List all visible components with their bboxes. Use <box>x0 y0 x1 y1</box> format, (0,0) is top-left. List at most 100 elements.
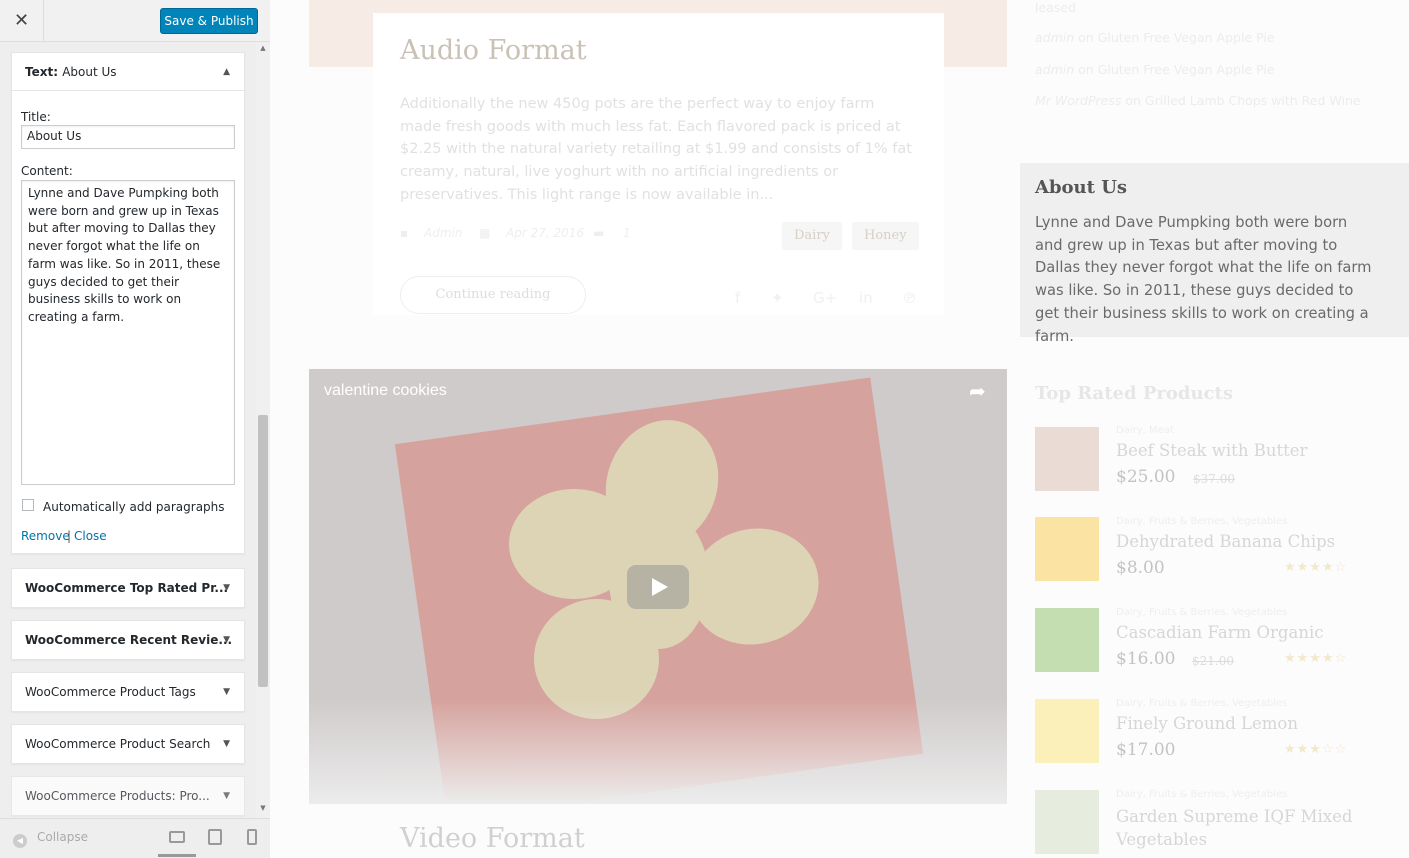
author-icon: ▪ <box>400 226 409 240</box>
customizer-header: ✕ Save & Publish <box>0 0 270 42</box>
product-name[interactable]: Dehydrated Banana Chips <box>1116 532 1335 551</box>
product-price: $25.00 <box>1116 467 1176 487</box>
post-author[interactable]: Admin <box>424 226 462 240</box>
content-label: Content: <box>21 164 73 178</box>
twitter-icon[interactable]: ✦ <box>771 289 784 307</box>
product-name[interactable]: Finely Ground Lemon <box>1116 714 1298 733</box>
play-button-icon[interactable] <box>627 565 689 609</box>
comment-post[interactable]: Gluten Free Vegan Apple Pie <box>1098 62 1275 77</box>
comment-author[interactable]: Mr WordPress <box>1035 93 1121 108</box>
collapse-button[interactable]: ◀ Collapse <box>13 830 88 848</box>
desktop-icon[interactable] <box>169 831 185 843</box>
next-post-title[interactable]: Video Format <box>400 823 585 854</box>
comment-post[interactable]: Grilled Lamb Chops with Red Wine <box>1145 93 1361 108</box>
widget-label: WooCommerce Product Tags <box>25 685 196 699</box>
save-publish-button[interactable]: Save & Publish <box>160 8 258 34</box>
product-categories: Dairy, Fruits & Berries, Vegetables <box>1116 698 1288 709</box>
close-icon[interactable]: ✕ <box>0 0 44 42</box>
link-separator: | <box>67 529 72 543</box>
expand-arrow-icon[interactable]: ▼ <box>223 621 230 659</box>
pinterest-icon[interactable]: ℗ <box>902 289 917 307</box>
post-excerpt: Additionally the new 450g pots are the p… <box>400 96 912 203</box>
widget-product-tags[interactable]: WooCommerce Product Tags ▼ <box>11 672 245 712</box>
expand-arrow-icon[interactable]: ▼ <box>223 725 230 763</box>
google-plus-icon[interactable]: G+ <box>813 289 837 307</box>
comment-count[interactable]: 1 <box>623 226 631 240</box>
linkedin-icon[interactable]: in <box>859 289 873 307</box>
expand-arrow-icon[interactable]: ▼ <box>223 777 230 815</box>
title-input[interactable]: About Us <box>21 125 235 149</box>
share-icon[interactable]: ➦ <box>969 379 986 403</box>
post-card: Audio Format Additionally the new 450g p… <box>373 13 944 315</box>
scroll-up-icon[interactable]: ▲ <box>257 44 269 52</box>
video-fade <box>309 699 1007 804</box>
widget-top-rated[interactable]: WooCommerce Top Rated Pr... ▼ <box>11 568 245 608</box>
recent-comment: Mr WordPress on Grilled Lamb Chops with … <box>1035 93 1361 108</box>
product-image[interactable] <box>1035 608 1099 672</box>
auto-paragraphs-checkbox[interactable] <box>22 499 34 511</box>
product-price: $17.00 <box>1116 740 1176 760</box>
product-old-price: $37.00 <box>1193 472 1235 486</box>
active-device-indicator <box>158 854 196 857</box>
recent-comment-fragment: leased <box>1035 0 1076 15</box>
widget-name: About Us <box>62 65 117 79</box>
continue-reading-button[interactable]: Continue reading <box>400 276 586 314</box>
widget-text-about-us: Text: About Us ▲ Title: About Us Content… <box>11 52 245 554</box>
recent-comment: admin on Gluten Free Vegan Apple Pie <box>1035 30 1275 45</box>
tag-honey[interactable]: Honey <box>852 222 919 250</box>
widget-type-label: Text: <box>25 65 59 79</box>
product-categories: Dairy, Meat <box>1116 425 1174 436</box>
widget-products[interactable]: WooCommerce Products: Pro... ▼ <box>11 776 245 816</box>
product-old-price: $21.00 <box>1192 654 1234 668</box>
mobile-icon[interactable] <box>247 829 257 845</box>
scrollbar-thumb[interactable] <box>258 415 268 687</box>
collapse-arrow-icon[interactable]: ▲ <box>223 53 230 91</box>
facebook-icon[interactable]: f <box>735 289 740 307</box>
top-rated-title: Top Rated Products <box>1035 383 1233 404</box>
comment-on: on <box>1078 62 1094 77</box>
close-link[interactable]: Close <box>74 529 107 543</box>
product-image[interactable] <box>1035 790 1099 854</box>
widget-product-search[interactable]: WooCommerce Product Search ▼ <box>11 724 245 764</box>
comment-author[interactable]: admin <box>1035 62 1074 77</box>
collapse-label: Collapse <box>37 830 88 844</box>
comment-icon: ▬ <box>593 226 605 240</box>
scroll-down-icon[interactable]: ▼ <box>257 804 269 812</box>
tag-dairy[interactable]: Dairy <box>782 222 842 250</box>
product-categories: Dairy, Fruits & Berries, Vegetables <box>1116 607 1288 618</box>
product-categories: Dairy, Fruits & Berries, Vegetables <box>1116 789 1288 800</box>
about-title: About Us <box>1035 177 1128 198</box>
collapse-icon: ◀ <box>13 834 27 848</box>
product-image[interactable] <box>1035 699 1099 763</box>
expand-arrow-icon[interactable]: ▼ <box>223 673 230 711</box>
comment-author[interactable]: admin <box>1035 30 1074 45</box>
rating-stars: ★★★★☆ <box>1284 560 1348 575</box>
content-textarea[interactable]: Lynne and Dave Pumpking both were born a… <box>21 180 235 485</box>
widget-label: WooCommerce Products: Pro... <box>25 789 210 803</box>
product-name[interactable]: Cascadian Farm Organic <box>1116 623 1323 642</box>
about-us-widget-preview: About Us Lynne and Dave Pumpking both we… <box>1020 163 1409 345</box>
product-name[interactable]: Beef Steak with Butter <box>1116 441 1307 460</box>
product-image[interactable] <box>1035 517 1099 581</box>
customizer-sidebar: ✕ Save & Publish Text: About Us ▲ Title:… <box>0 0 270 858</box>
widget-label: WooCommerce Recent Revie... <box>25 633 233 647</box>
tablet-icon[interactable] <box>208 829 222 845</box>
widget-recent-reviews[interactable]: WooCommerce Recent Revie... ▼ <box>11 620 245 660</box>
post-title[interactable]: Audio Format <box>400 35 587 66</box>
product-image[interactable] <box>1035 427 1099 491</box>
widget-list: Text: About Us ▲ Title: About Us Content… <box>0 42 270 818</box>
site-preview: Audio Format Additionally the new 450g p… <box>270 0 1409 858</box>
comment-on: on <box>1125 93 1141 108</box>
comment-post[interactable]: Gluten Free Vegan Apple Pie <box>1098 30 1275 45</box>
post-date[interactable]: Apr 27, 2016 <box>506 226 584 240</box>
widget-title-bar[interactable]: Text: About Us ▲ <box>12 53 244 91</box>
product-name[interactable]: Garden Supreme IQF Mixed Vegetables <box>1116 805 1386 851</box>
video-title[interactable]: valentine cookies <box>324 382 447 400</box>
title-label: Title: <box>21 110 51 124</box>
remove-link[interactable]: Remove <box>21 529 70 543</box>
auto-paragraphs-label: Automatically add paragraphs <box>43 500 225 514</box>
expand-arrow-icon[interactable]: ▼ <box>223 569 230 607</box>
comment-on: on <box>1078 30 1094 45</box>
rating-stars: ★★★☆☆ <box>1284 742 1348 757</box>
video-embed[interactable]: valentine cookies ➦ <box>309 369 1007 804</box>
